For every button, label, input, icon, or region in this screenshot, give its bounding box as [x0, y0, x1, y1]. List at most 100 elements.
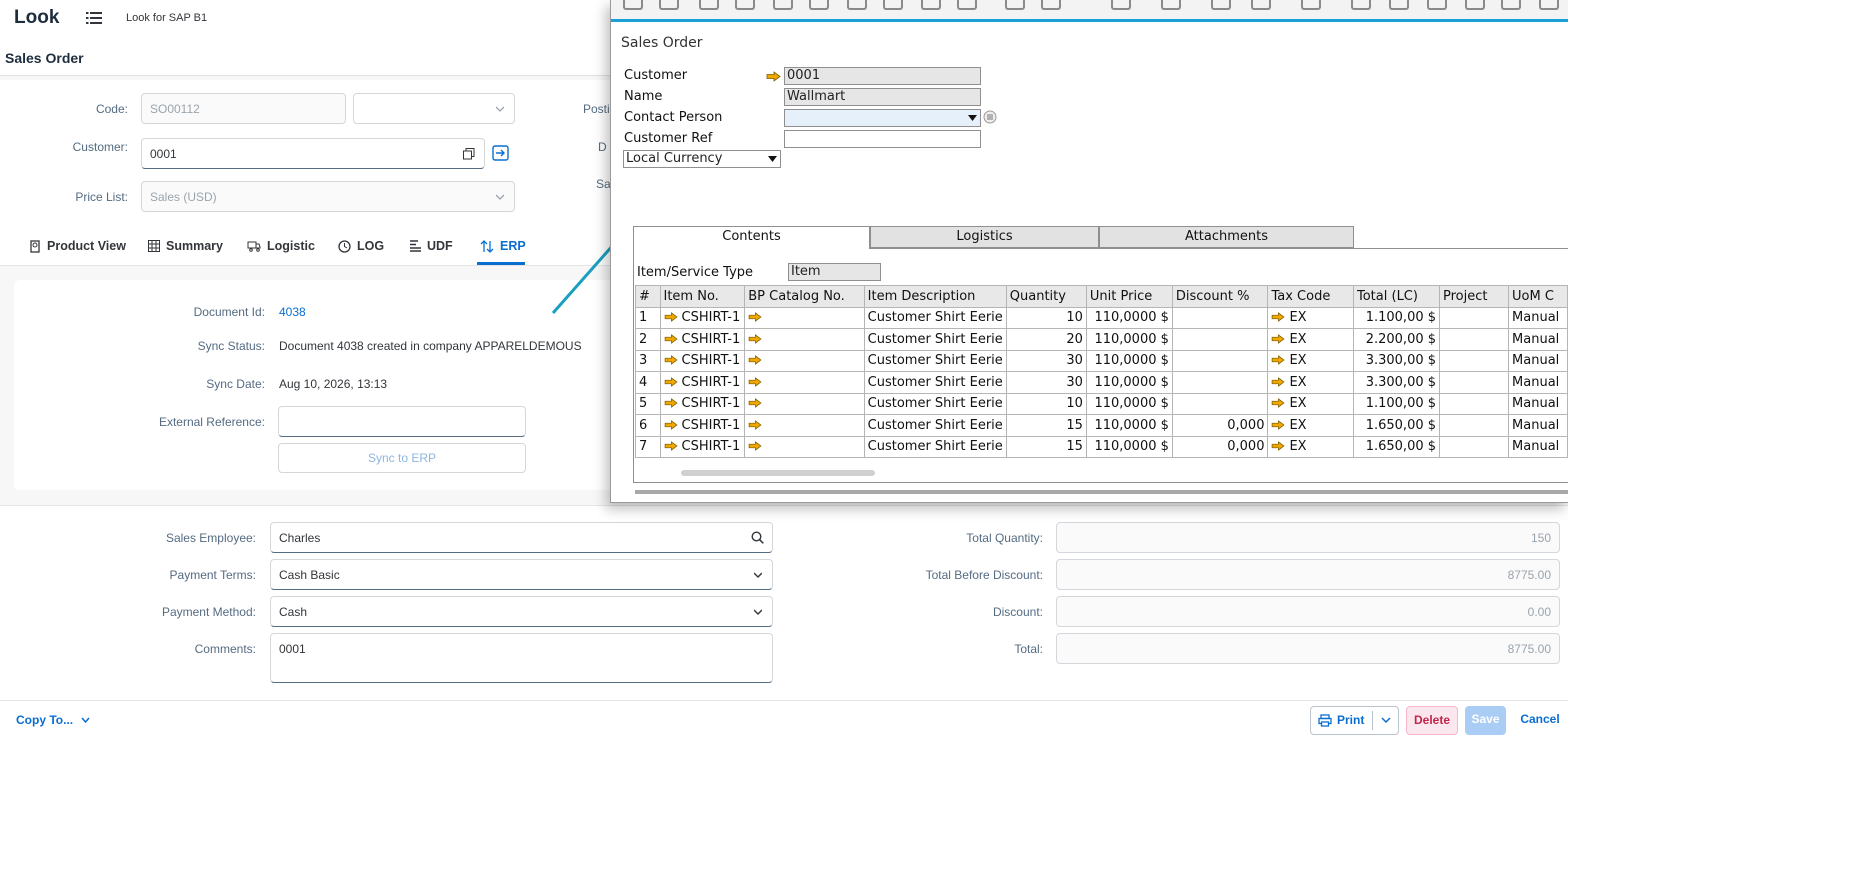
copy-window-icon[interactable] [463, 148, 475, 160]
table-cell[interactable]: Manual [1508, 371, 1568, 394]
sap-contact-person-select[interactable] [784, 109, 981, 127]
table-cell[interactable]: 110,0000 $ [1085, 306, 1173, 329]
table-cell[interactable]: 5 [635, 392, 661, 415]
tab-product-view[interactable]: Product View [30, 239, 126, 253]
table-cell[interactable]: Manual [1508, 414, 1568, 437]
delete-button[interactable]: Delete [1406, 706, 1458, 735]
table-cell[interactable]: CSHIRT-1 [659, 392, 746, 415]
table-row[interactable]: 2 CSHIRT-1 Customer Shirt Eerie 20 110,0000 … [635, 328, 1568, 351]
table-cell[interactable]: 15 [1005, 435, 1087, 458]
table-cell[interactable] [1171, 306, 1269, 329]
sales-employee-input[interactable]: Charles [270, 522, 773, 553]
sap-tab-attachments[interactable]: Attachments [1099, 226, 1354, 248]
table-cell[interactable]: EX [1267, 414, 1354, 437]
table-cell[interactable]: 15 [1005, 414, 1087, 437]
link-arrow-icon[interactable] [748, 376, 762, 387]
toolbar-icon[interactable] [773, 0, 793, 10]
table-row[interactable]: 6 CSHIRT-1 Customer Shirt Eerie 15 110,0000 … [635, 414, 1568, 437]
sap-name-input[interactable]: Wallmart [784, 88, 981, 106]
sap-tab-contents[interactable]: Contents [633, 226, 870, 249]
link-to-customer-icon[interactable] [492, 145, 509, 161]
link-arrow-icon[interactable] [1271, 398, 1285, 409]
toolbar-icon[interactable] [921, 0, 941, 10]
payment-terms-select[interactable]: Cash Basic [270, 559, 773, 590]
table-cell[interactable] [1439, 435, 1510, 458]
toolbar-icon[interactable] [1389, 0, 1409, 10]
save-button[interactable]: Save [1465, 706, 1506, 735]
toolbar-icon[interactable] [1427, 0, 1447, 10]
column-header[interactable]: UoM C [1508, 285, 1568, 308]
table-cell[interactable] [1439, 371, 1510, 394]
table-cell[interactable] [744, 371, 865, 394]
toolbar-icon[interactable] [1005, 0, 1025, 10]
column-header[interactable]: BP Catalog No. [744, 285, 865, 308]
toolbar-icon[interactable] [847, 0, 867, 10]
table-cell[interactable]: Customer Shirt Eerie [863, 414, 1007, 437]
sap-item-type-select[interactable]: Item [788, 263, 881, 281]
table-cell[interactable] [744, 349, 865, 372]
toolbar-icon[interactable] [1211, 0, 1231, 10]
table-cell[interactable]: 110,0000 $ [1085, 349, 1173, 372]
table-cell[interactable] [1439, 328, 1510, 351]
cancel-button[interactable]: Cancel [1515, 706, 1565, 735]
toolbar-icon[interactable] [957, 0, 977, 10]
table-cell[interactable]: Manual [1508, 392, 1568, 415]
table-cell[interactable]: EX [1267, 306, 1354, 329]
column-header[interactable]: Project [1439, 285, 1510, 308]
table-cell[interactable] [1171, 392, 1269, 415]
column-header[interactable]: Unit Price [1085, 285, 1173, 308]
horizontal-scrollbar-thumb[interactable] [681, 470, 875, 476]
table-cell[interactable]: 6 [635, 414, 661, 437]
column-header[interactable]: Quantity [1005, 285, 1087, 308]
link-arrow-icon[interactable] [748, 355, 762, 366]
link-arrow-icon[interactable] [664, 398, 678, 409]
sync-to-erp-button[interactable]: Sync to ERP [278, 443, 526, 473]
table-cell[interactable]: 110,0000 $ [1085, 435, 1173, 458]
table-cell[interactable]: Manual [1508, 349, 1568, 372]
table-cell[interactable]: Customer Shirt Eerie [863, 392, 1007, 415]
tab-log[interactable]: LOG [338, 239, 384, 253]
link-arrow-icon[interactable] [748, 333, 762, 344]
table-cell[interactable]: 10 [1005, 306, 1087, 329]
table-cell[interactable]: 1.100,00 $ [1352, 392, 1441, 415]
toolbar-icon[interactable] [735, 0, 755, 10]
table-cell[interactable]: EX [1267, 435, 1354, 458]
link-arrow-icon[interactable] [664, 419, 678, 430]
external-reference-input[interactable] [278, 406, 526, 437]
table-cell[interactable]: 3 [635, 349, 661, 372]
table-cell[interactable]: 7 [635, 435, 661, 458]
window-scrollbar[interactable] [635, 490, 1568, 494]
sap-customer-ref-input[interactable] [784, 130, 981, 148]
table-cell[interactable]: CSHIRT-1 [659, 371, 746, 394]
table-cell[interactable]: 1 [635, 306, 661, 329]
menu-list-icon[interactable] [86, 11, 102, 25]
table-cell[interactable]: CSHIRT-1 [659, 306, 746, 329]
print-button[interactable]: Print [1318, 707, 1364, 734]
table-cell[interactable] [1439, 306, 1510, 329]
toolbar-icon[interactable] [659, 0, 679, 10]
link-arrow-icon[interactable] [664, 312, 678, 323]
table-cell[interactable]: 3.300,00 $ [1352, 371, 1441, 394]
column-header[interactable]: Item No. [659, 285, 746, 308]
table-cell[interactable]: 1.650,00 $ [1352, 414, 1441, 437]
table-cell[interactable]: 0,000 [1171, 414, 1269, 437]
tab-udf[interactable]: UDF [410, 239, 453, 253]
customer-input[interactable]: 0001 [141, 138, 485, 169]
table-cell[interactable] [1439, 414, 1510, 437]
link-arrow-icon[interactable] [766, 71, 781, 82]
link-arrow-icon[interactable] [748, 398, 762, 409]
table-cell[interactable] [744, 328, 865, 351]
column-header[interactable]: Item Description [863, 285, 1007, 308]
table-row[interactable]: 7 CSHIRT-1 Customer Shirt Eerie 15 110,0000 … [635, 435, 1568, 458]
toolbar-icon[interactable] [1539, 0, 1559, 10]
table-cell[interactable]: 1.650,00 $ [1352, 435, 1441, 458]
table-row[interactable]: 1 CSHIRT-1 Customer Shirt Eerie 10 110,0000 … [635, 306, 1568, 329]
list-circle-icon[interactable] [983, 110, 997, 124]
table-cell[interactable]: 10 [1005, 392, 1087, 415]
table-cell[interactable]: EX [1267, 371, 1354, 394]
table-cell[interactable]: 4 [635, 371, 661, 394]
table-cell[interactable]: 110,0000 $ [1085, 371, 1173, 394]
table-cell[interactable] [744, 306, 865, 329]
toolbar-icon[interactable] [1351, 0, 1371, 10]
table-cell[interactable]: Manual [1508, 328, 1568, 351]
